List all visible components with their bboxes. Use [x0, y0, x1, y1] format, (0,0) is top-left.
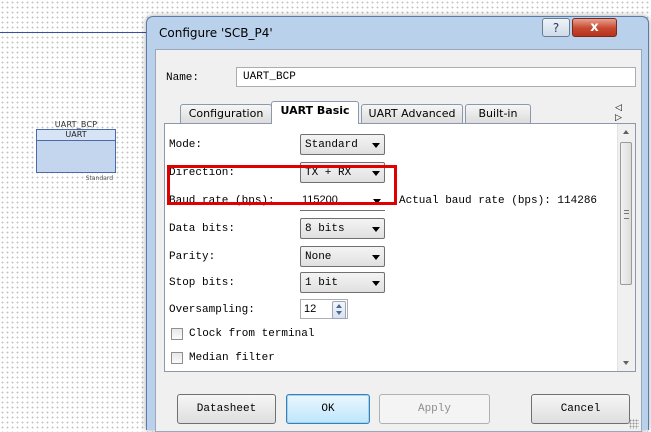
mode-select[interactable]: Standard: [300, 134, 385, 155]
mode-value: Standard: [305, 139, 358, 151]
help-icon: ?: [552, 20, 560, 35]
baud-rate-combo[interactable]: 115200: [300, 190, 385, 211]
stop-bits-value: 1 bit: [305, 277, 339, 289]
oversampling-label: Oversampling:: [169, 304, 255, 316]
scroll-up-icon[interactable]: [623, 130, 629, 134]
tab-uart-basic[interactable]: UART Basic: [271, 101, 359, 124]
component-subtitle: Standard: [85, 175, 113, 182]
clock-from-terminal-label: Clock from terminal: [189, 328, 315, 340]
baud-rate-row: Baud rate (bps): 115200 Actual baud rate…: [169, 190, 629, 212]
baud-rate-value: 115200: [302, 194, 338, 206]
datasheet-button[interactable]: Datasheet: [177, 394, 276, 424]
parity-value: None: [305, 251, 332, 263]
name-input[interactable]: UART_BCP: [236, 67, 636, 87]
arrow-up-icon: [336, 304, 342, 308]
grip-icon: [624, 210, 629, 219]
ok-button[interactable]: OK: [286, 394, 370, 424]
close-button[interactable]: x: [572, 18, 617, 37]
tab-scroll-arrows-icon[interactable]: ◁ ▷: [615, 103, 640, 123]
arrow-down-icon: [336, 311, 342, 315]
direction-value: TX + RX: [305, 167, 352, 179]
component-name: UART_BCP: [54, 120, 98, 129]
dialog-client: Name: UART_BCP Configuration UART Basic …: [155, 49, 642, 432]
help-button[interactable]: ?: [542, 18, 570, 37]
data-bits-label: Data bits:: [169, 223, 236, 235]
apply-button[interactable]: Apply: [379, 394, 490, 424]
parity-label: Parity:: [169, 251, 216, 263]
tab-strip: Configuration UART Basic UART Advanced B…: [180, 101, 640, 124]
baud-rate-label: Baud rate (bps):: [169, 195, 275, 207]
oversampling-value: 12: [304, 303, 317, 315]
data-bits-value: 8 bits: [305, 223, 345, 235]
close-icon: x: [590, 20, 599, 35]
chevron-down-icon: [372, 227, 380, 232]
chevron-down-icon: [372, 171, 380, 176]
uart-basic-panel: Mode: Standard Direction: TX + RX Baud r…: [164, 123, 636, 372]
tab-configuration[interactable]: Configuration: [180, 104, 272, 123]
clock-from-terminal-checkbox[interactable]: [171, 328, 183, 340]
tab-uart-advanced[interactable]: UART Advanced: [361, 104, 463, 123]
tab-built-in[interactable]: Built-in: [465, 104, 531, 123]
data-bits-select[interactable]: 8 bits: [300, 218, 385, 239]
actual-baud-rate: Actual baud rate (bps): 114286: [399, 195, 598, 207]
component-body[interactable]: UART Standard: [36, 129, 116, 182]
name-row: Name: UART_BCP: [166, 67, 636, 89]
chevron-down-icon: [372, 143, 380, 148]
scrollbar-thumb[interactable]: [620, 142, 632, 285]
uart-component[interactable]: UART_BCP UART Standard: [36, 120, 116, 182]
title-bar[interactable]: Configure 'SCB_P4' ? x: [147, 17, 648, 47]
oversampling-stepper[interactable]: 12: [300, 299, 348, 319]
stop-bits-select[interactable]: 1 bit: [300, 272, 385, 293]
chevron-down-icon: [372, 255, 380, 260]
direction-label: Direction:: [169, 167, 236, 179]
stop-bits-label: Stop bits:: [169, 277, 236, 289]
name-label: Name:: [166, 72, 200, 84]
component-type: UART: [37, 130, 115, 141]
wire-line: [0, 32, 160, 33]
cancel-button[interactable]: Cancel: [531, 394, 630, 424]
dialog-title: Configure 'SCB_P4': [159, 26, 273, 40]
parity-select[interactable]: None: [300, 246, 385, 267]
mode-label: Mode:: [169, 139, 203, 151]
spin-buttons[interactable]: [332, 301, 346, 319]
chevron-down-icon: [372, 281, 380, 286]
median-filter-label: Median filter: [189, 352, 275, 364]
median-filter-checkbox[interactable]: [171, 352, 183, 364]
chevron-down-icon: [373, 199, 381, 204]
direction-select[interactable]: TX + RX: [300, 162, 385, 183]
scroll-down-icon[interactable]: [623, 361, 629, 365]
resize-grip-icon[interactable]: [629, 419, 639, 429]
vertical-scrollbar[interactable]: [617, 124, 635, 371]
configure-dialog: Configure 'SCB_P4' ? x Name: UART_BCP Co…: [146, 16, 649, 432]
